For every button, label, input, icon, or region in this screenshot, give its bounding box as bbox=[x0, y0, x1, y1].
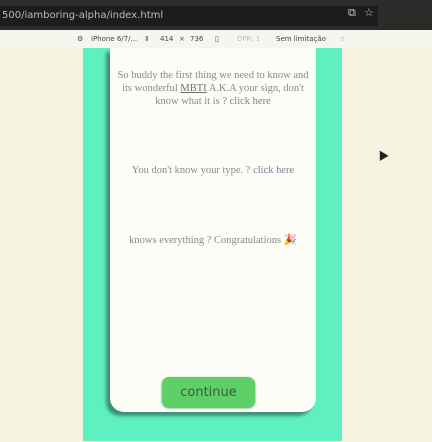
touch-simulation-icon[interactable]: ☝ bbox=[340, 35, 344, 43]
height-input[interactable]: 736 bbox=[190, 35, 203, 43]
throttle-select[interactable]: Sem limitação bbox=[276, 35, 326, 43]
viewport: So buddy the first thing we need to know… bbox=[83, 48, 342, 441]
times-sign: × bbox=[179, 35, 185, 43]
settings-icon[interactable]: ⚙ bbox=[77, 35, 83, 43]
type-question: You don't know your type. ? bbox=[131, 165, 251, 176]
translate-icon[interactable]: ⧉ bbox=[348, 6, 356, 20]
congrats-text: knows everything ? Congratulations 🎉 bbox=[129, 235, 297, 246]
intro-text: So buddy the first thing we need to know… bbox=[116, 69, 310, 108]
type-test-link[interactable]: click here bbox=[253, 165, 294, 176]
mbti-term: MBTI bbox=[180, 83, 207, 94]
mbti-info-link[interactable]: click here bbox=[230, 96, 271, 107]
star-icon[interactable]: ☆ bbox=[364, 6, 374, 19]
dpr-select[interactable]: DPR: 1 bbox=[237, 35, 260, 43]
url-field[interactable]: 500/iamboring-alpha/index.html bbox=[0, 6, 378, 26]
type-text: You don't know your type. ? click here bbox=[116, 164, 310, 177]
browser-url-bar: 500/iamboring-alpha/index.html ⧉ ☆ bbox=[0, 0, 432, 30]
rotate-icon[interactable]: ▯ bbox=[215, 35, 219, 43]
content-card: So buddy the first thing we need to know… bbox=[110, 48, 316, 412]
device-select-arrows: ⇕ bbox=[144, 35, 150, 43]
width-input[interactable]: 414 bbox=[160, 35, 173, 43]
mouse-cursor bbox=[375, 148, 389, 161]
continue-button[interactable]: continue bbox=[162, 377, 255, 407]
responsive-design-toolbar: ⚙ iPhone 6/7/... ⇕ 414 × 736 ▯ DPR: 1 Se… bbox=[0, 30, 432, 48]
device-select[interactable]: iPhone 6/7/... bbox=[91, 35, 137, 43]
